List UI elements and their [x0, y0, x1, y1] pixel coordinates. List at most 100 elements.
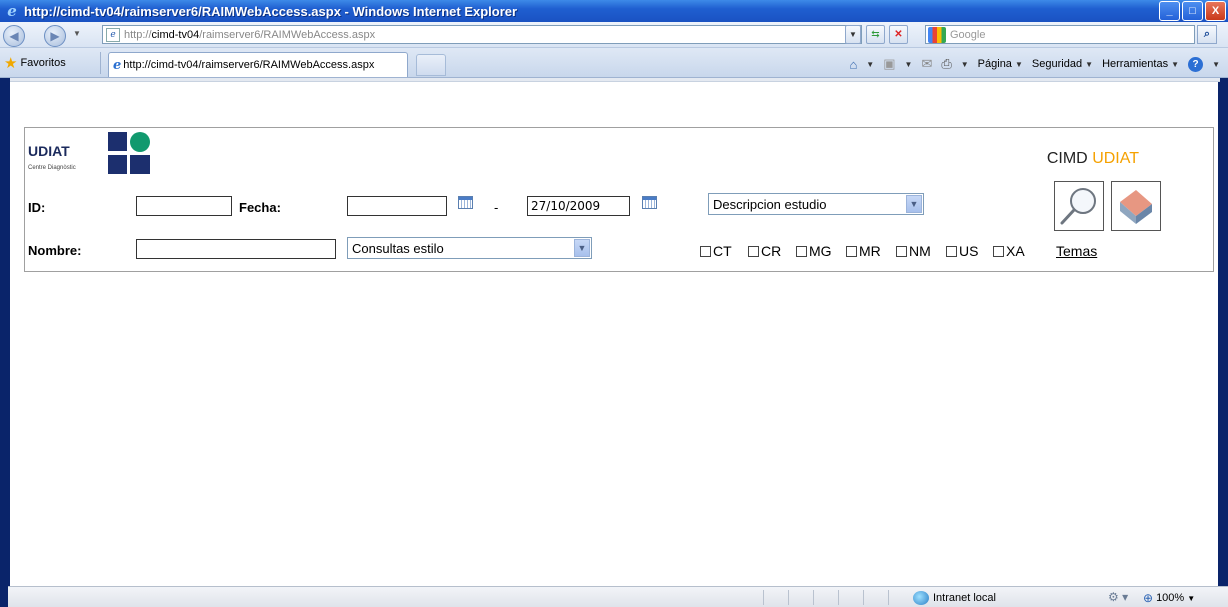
chevron-down-icon: ▼	[574, 239, 590, 257]
search-placeholder: Google	[950, 28, 986, 41]
id-input[interactable]	[136, 196, 232, 216]
zoom-level: 100%	[1156, 592, 1185, 604]
search-button[interactable]: ⌕	[1197, 25, 1217, 44]
logo-subtitle: Centre Diagnòstic	[28, 165, 76, 171]
eraser-icon	[1120, 190, 1152, 224]
chevron-down-icon: ▼	[849, 30, 857, 39]
tab-active[interactable]: e http://cimd-tv04/raimserver6/RAIMWebAc…	[108, 52, 408, 77]
star-icon: ★	[4, 55, 18, 72]
help-icon[interactable]: ?	[1188, 56, 1204, 72]
modality-mr[interactable]: MR	[846, 243, 881, 259]
chevron-down-icon: ▼	[1085, 60, 1094, 69]
chevron-down-icon[interactable]: ▼	[905, 60, 913, 69]
favorites-button[interactable]: ★ Favoritos	[4, 54, 66, 72]
window-titlebar: e http://cimd-tv04/raimserver6/RAIMWebAc…	[0, 0, 1228, 22]
search-input[interactable]: Google	[925, 25, 1195, 44]
modality-label: CT	[713, 243, 732, 259]
menu-herramientas[interactable]: Herramientas ▼	[1102, 58, 1179, 70]
modality-cr[interactable]: CR	[748, 243, 781, 259]
divider	[838, 590, 839, 605]
nombre-input[interactable]	[136, 239, 336, 259]
udiat-logo-icon	[108, 132, 150, 174]
history-dropdown-icon[interactable]: ▼	[73, 29, 81, 38]
modality-label: MG	[809, 243, 832, 259]
chevron-down-icon[interactable]: ▼	[961, 60, 969, 69]
modality-label: CR	[761, 243, 782, 259]
logo-square	[108, 132, 127, 151]
descripcion-select-value: Descripcion estudio	[713, 196, 827, 212]
url-path: /raimserver6/RAIMWebAccess.aspx	[199, 28, 376, 41]
modality-label: XA	[1006, 243, 1025, 259]
magnifier-icon	[1060, 188, 1096, 225]
forward-button[interactable]: ▶	[44, 25, 66, 47]
checkbox[interactable]	[700, 245, 711, 257]
tab-title: http://cimd-tv04/raimserver6/RAIMWebAcce…	[123, 59, 375, 71]
checkbox[interactable]	[748, 245, 759, 257]
temas-link[interactable]: Temas	[1056, 243, 1097, 259]
calendar-icon[interactable]	[642, 196, 657, 209]
brand-prefix: CIMD	[1046, 150, 1088, 167]
logo-square	[130, 155, 150, 174]
id-label: ID:	[28, 200, 46, 215]
consultas-select-value: Consultas estilo	[352, 240, 444, 256]
magnifier-icon: ⌕	[1203, 28, 1211, 40]
search-panel: UDIAT Centre Diagnòstic CIMD UDIAT ID: F…	[24, 127, 1214, 272]
logo-name: UDIAT	[28, 143, 70, 159]
home-icon[interactable]: ⌂	[849, 57, 857, 72]
back-button[interactable]: ◀	[3, 25, 25, 47]
fecha-from-input[interactable]	[347, 196, 447, 216]
new-tab-button[interactable]	[416, 54, 446, 76]
maximize-button[interactable]: □	[1182, 1, 1203, 21]
checkbox[interactable]	[896, 245, 907, 257]
calendar-icon[interactable]	[458, 196, 473, 209]
zone-label: Intranet local	[933, 592, 996, 604]
minimize-button[interactable]: _	[1159, 1, 1180, 21]
divider	[763, 590, 764, 605]
ie-page-icon: e	[113, 57, 122, 73]
modality-mg[interactable]: MG	[796, 243, 832, 259]
close-button[interactable]: X	[1205, 1, 1226, 21]
chevron-down-icon[interactable]: ▼	[1212, 60, 1220, 69]
globe-icon	[913, 591, 929, 605]
zoom-control[interactable]: ⊕ 100% ▼	[1143, 591, 1195, 605]
menu-herramientas-label: Herramientas	[1102, 58, 1169, 70]
security-zone[interactable]: Intranet local	[913, 591, 996, 605]
nombre-label: Nombre:	[28, 243, 82, 258]
consultas-select[interactable]: Consultas estilo ▼	[347, 237, 592, 259]
zoom-icon: ⊕	[1143, 591, 1154, 605]
address-input[interactable]: e http://cimd-tv04/raimserver6/RAIMWebAc…	[102, 25, 862, 44]
logo-square	[108, 155, 127, 174]
chevron-down-icon: ▼	[1171, 60, 1180, 69]
menu-seguridad[interactable]: Seguridad ▼	[1032, 58, 1093, 70]
checkbox[interactable]	[846, 245, 857, 257]
checkbox[interactable]	[993, 245, 1004, 257]
modality-nm[interactable]: NM	[896, 243, 931, 259]
fecha-to-input[interactable]: 27/10/2009	[527, 196, 630, 216]
url-domain: cimd-tv04	[151, 28, 200, 41]
search-button[interactable]	[1054, 181, 1104, 231]
ie-logo-icon: e	[7, 2, 17, 20]
clear-button[interactable]	[1111, 181, 1161, 231]
back-arrow-icon: ◀	[9, 29, 19, 43]
descripcion-select[interactable]: Descripcion estudio ▼	[708, 193, 924, 215]
menu-pagina[interactable]: Página ▼	[978, 58, 1023, 70]
modality-us[interactable]: US	[946, 243, 978, 259]
refresh-button[interactable]: ⇆	[866, 25, 885, 44]
print-icon[interactable]: ⎙	[941, 56, 951, 72]
forward-arrow-icon: ▶	[50, 29, 60, 43]
chevron-down-icon[interactable]: ▼	[866, 60, 874, 69]
divider	[888, 590, 889, 605]
divider	[863, 590, 864, 605]
stop-button[interactable]: ✕	[889, 25, 908, 44]
checkbox[interactable]	[946, 245, 957, 257]
protected-mode-icon[interactable]: ⚙ ▾	[1108, 590, 1128, 604]
mail-icon[interactable]: ✉	[921, 56, 932, 72]
modality-ct[interactable]: CT	[700, 243, 732, 259]
feeds-icon[interactable]: ▣	[883, 56, 895, 72]
modality-xa[interactable]: XA	[993, 243, 1025, 259]
brand-accent: UDIAT	[1092, 150, 1139, 167]
command-bar: ⌂ ▼ ▣ ▼ ✉ ⎙ ▼ Página ▼ Seguridad ▼ Herramie…	[849, 56, 1220, 72]
favorites-label: Favoritos	[20, 57, 66, 69]
checkbox[interactable]	[796, 245, 807, 257]
address-dropdown-button[interactable]: ▼	[845, 25, 861, 44]
